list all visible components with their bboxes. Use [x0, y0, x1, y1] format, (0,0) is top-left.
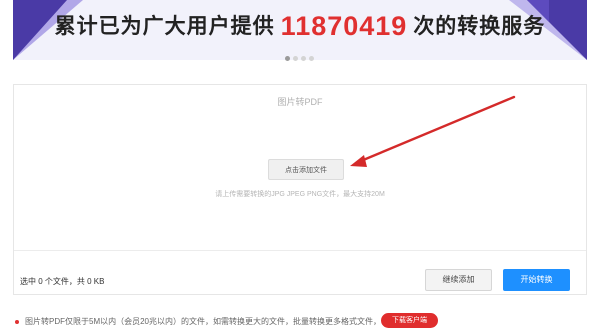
banner-text-after: 次的转换服务 [413, 15, 546, 38]
selection-status: 选中 0 个文件，共 0 KB [20, 277, 105, 286]
notice-text: 图片转PDF仅限于5M以内（会员20兆以内）的文件，如需转换更大的文件，批量转换… [25, 317, 390, 326]
carousel-dot[interactable] [293, 56, 298, 61]
carousel-dots [285, 56, 317, 62]
continue-add-button[interactable]: 继续添加 [425, 269, 492, 291]
conversion-count: 11870419 [280, 11, 408, 41]
banner-text-before: 累计已为广大用户提供 [54, 15, 275, 38]
upload-panel: 图片转PDF 点击添加文件 请上传需要转换的JPG JPEG PNG文件，最大支… [13, 84, 587, 295]
start-convert-button[interactable]: 开始转换 [503, 269, 570, 291]
carousel-dot[interactable] [285, 56, 290, 61]
carousel-dot[interactable] [301, 56, 306, 61]
download-client-button[interactable]: 下载客户端 [381, 313, 438, 328]
banner-headline: 累计已为广大用户提供 11870419 次的转换服务 [13, 10, 587, 42]
bullet-icon [15, 319, 19, 324]
carousel-dot[interactable] [309, 56, 314, 61]
footer-divider [14, 250, 586, 251]
promo-banner: 累计已为广大用户提供 11870419 次的转换服务 [13, 0, 587, 60]
panel-title: 图片转PDF [277, 97, 323, 107]
upload-hint: 请上传需要转换的JPG JPEG PNG文件，最大支持20M [215, 191, 385, 198]
size-limit-notice: 图片转PDF仅限于5M以内（会员20兆以内）的文件，如需转换更大的文件，批量转换… [13, 314, 389, 330]
arrow-head [350, 155, 367, 167]
add-file-button[interactable]: 点击添加文件 [268, 159, 344, 180]
